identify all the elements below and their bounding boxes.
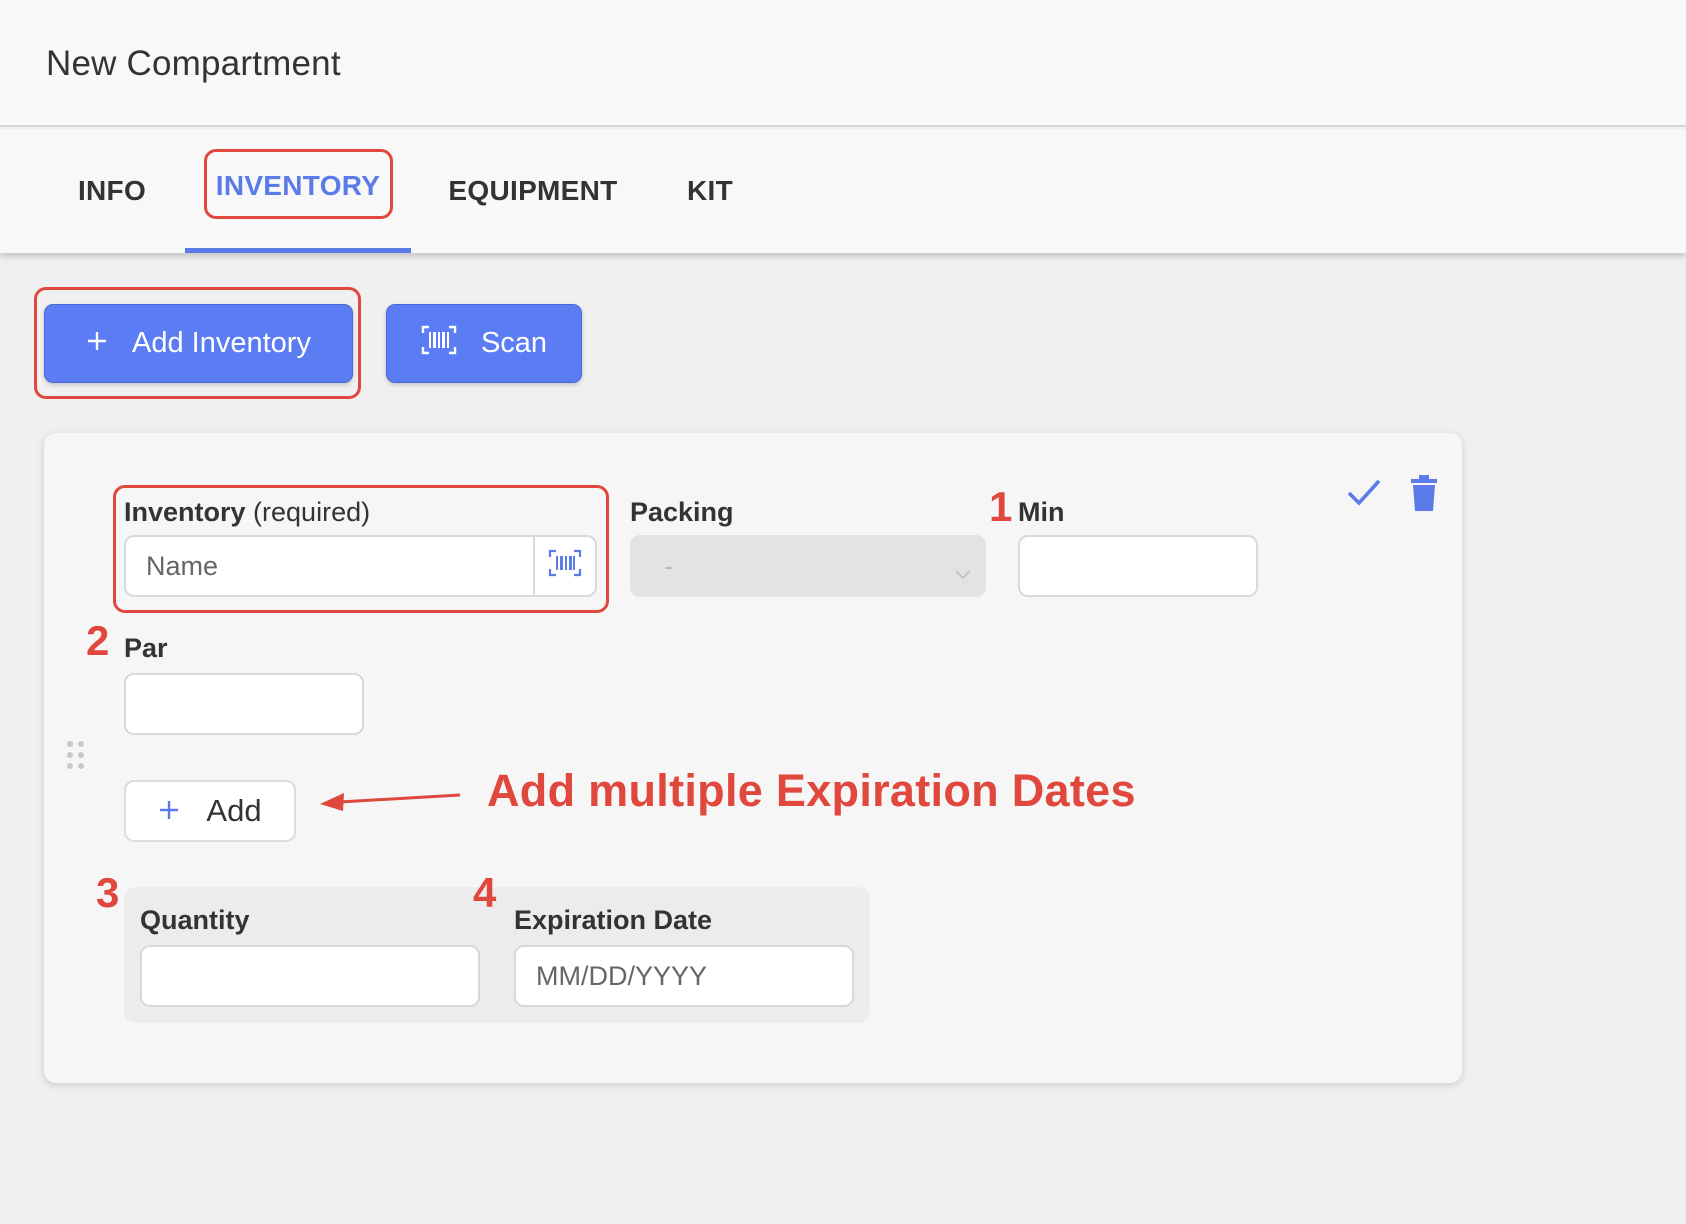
par-input[interactable] bbox=[124, 673, 364, 735]
expiration-date-label: Expiration Date bbox=[514, 905, 713, 935]
page-title: New Compartment bbox=[46, 44, 341, 83]
annotation-number-3: 3 bbox=[96, 869, 120, 916]
trash-icon[interactable] bbox=[1411, 475, 1437, 516]
annotation-number-4: 4 bbox=[473, 869, 497, 916]
expiration-row: Quantity Expiration Date MM/DD/YYYY bbox=[124, 887, 870, 1023]
tab-inventory[interactable]: INVENTORY bbox=[204, 127, 392, 245]
scan-label: Scan bbox=[480, 327, 548, 359]
drag-handle-icon[interactable] bbox=[66, 740, 86, 777]
plus-icon bbox=[86, 327, 108, 360]
add-label: Add bbox=[206, 793, 262, 828]
tab-bar: INFO INVENTORY EQUIPMENT KIT bbox=[0, 129, 1686, 253]
packing-select[interactable]: - bbox=[630, 535, 986, 597]
tab-kit[interactable]: KIT bbox=[680, 129, 740, 253]
add-expiration-button[interactable]: Add bbox=[124, 780, 296, 842]
tab-equipment[interactable]: EQUIPMENT bbox=[440, 129, 626, 253]
annotation-note: Add multiple Expiration Dates bbox=[487, 765, 1136, 816]
scan-button[interactable]: Scan bbox=[386, 304, 582, 383]
annotation-arrow bbox=[320, 793, 461, 811]
min-label: Min bbox=[1018, 497, 1065, 527]
barcode-icon bbox=[548, 549, 582, 584]
inventory-placeholder: Name bbox=[146, 550, 219, 581]
app-header: New Compartment bbox=[0, 0, 1686, 127]
quantity-label: Quantity bbox=[140, 905, 250, 935]
tab-info[interactable]: INFO bbox=[62, 129, 162, 253]
annotation-number-1: 1 bbox=[989, 483, 1013, 530]
active-tab-indicator bbox=[185, 248, 411, 253]
min-input[interactable] bbox=[1018, 535, 1258, 597]
expiration-placeholder: MM/DD/YYYY bbox=[536, 960, 708, 991]
packing-value: - bbox=[664, 550, 673, 581]
inventory-scan-button[interactable] bbox=[533, 537, 595, 595]
annotation-number-2: 2 bbox=[86, 617, 110, 664]
add-inventory-label: Add Inventory bbox=[132, 327, 311, 359]
inventory-label: Inventory (required) bbox=[124, 497, 371, 527]
barcode-icon bbox=[421, 325, 457, 363]
expiration-date-input[interactable]: MM/DD/YYYY bbox=[514, 945, 854, 1007]
inventory-name-input[interactable]: Name bbox=[124, 535, 597, 597]
par-label: Par bbox=[124, 633, 168, 663]
check-icon[interactable] bbox=[1346, 477, 1382, 512]
chevron-down-icon bbox=[954, 557, 972, 588]
quantity-input[interactable] bbox=[140, 945, 480, 1007]
inventory-card: Inventory (required) Name Packing - 1 Mi… bbox=[44, 433, 1462, 1083]
add-inventory-button[interactable]: Add Inventory bbox=[44, 304, 353, 383]
plus-icon bbox=[158, 793, 180, 829]
packing-label: Packing bbox=[630, 497, 734, 527]
